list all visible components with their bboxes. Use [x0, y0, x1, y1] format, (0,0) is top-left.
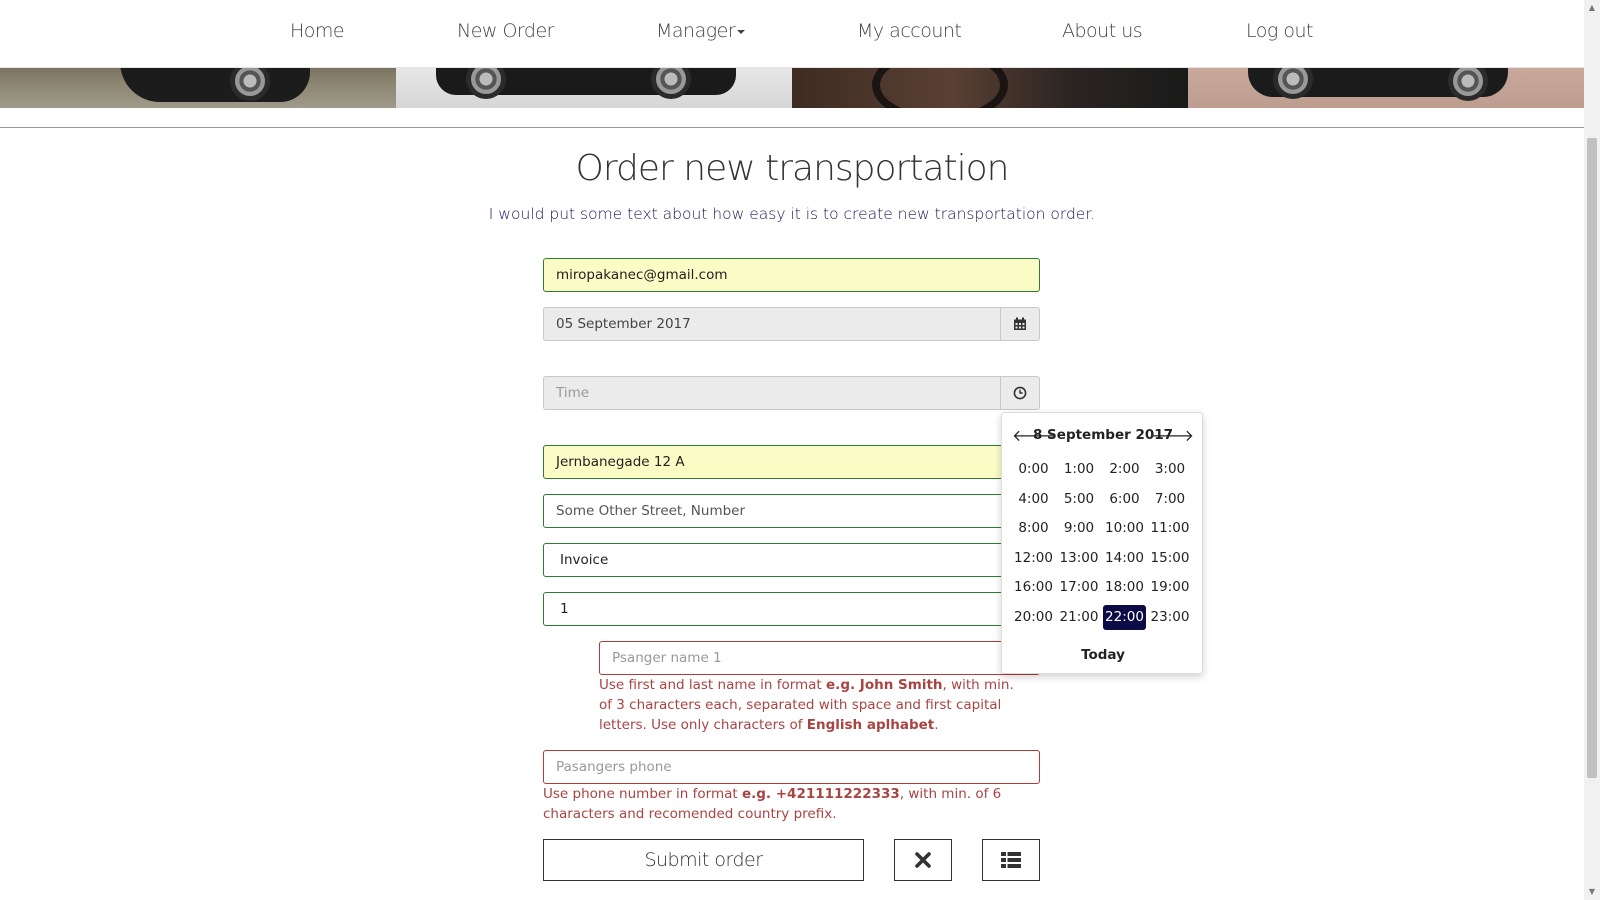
time-picker-hour[interactable]: 15:00 [1149, 546, 1192, 571]
nav-about-us[interactable]: About us [1062, 20, 1143, 42]
scroll-up-icon[interactable]: ▲ [1584, 0, 1600, 16]
time-picker-hour[interactable]: 6:00 [1103, 487, 1146, 512]
time-picker-hour[interactable]: 20:00 [1012, 605, 1055, 630]
banner-photo-car-grass [0, 67, 396, 108]
scroll-thumb[interactable] [1587, 138, 1597, 778]
time-picker-hour[interactable]: 0:00 [1012, 457, 1055, 482]
time-picker-hour[interactable]: 12:00 [1012, 546, 1055, 571]
payment-method-select[interactable]: Invoice [543, 543, 1040, 577]
banner-photo-car-street [396, 67, 792, 108]
top-navbar: Home New Order Manager My account About … [0, 0, 1584, 68]
nav-new-order[interactable]: New Order [457, 20, 554, 42]
time-picker-hour[interactable]: 9:00 [1058, 516, 1101, 541]
nav-log-out[interactable]: Log out [1246, 20, 1313, 42]
header-divider [0, 127, 1584, 128]
time-picker-hour[interactable]: 19:00 [1149, 575, 1192, 600]
time-picker-hour[interactable]: 8:00 [1012, 516, 1055, 541]
time-picker-hour[interactable]: 18:00 [1103, 575, 1146, 600]
header-banner [0, 67, 1584, 108]
arrow-right-icon[interactable]: 🡒 [1151, 425, 1194, 445]
calendar-icon [1013, 317, 1027, 331]
nav-manager-label: Manager [656, 20, 736, 42]
time-picker-hour[interactable]: 1:00 [1058, 457, 1101, 482]
calendar-button[interactable] [1000, 307, 1040, 341]
nav-my-account[interactable]: My account [857, 20, 962, 42]
banner-photo-car-interior [792, 67, 1188, 108]
passenger-phone-error: Use phone number in format e.g. +4211112… [543, 786, 1002, 822]
nav-home[interactable]: Home [290, 20, 345, 42]
time-picker-today-button[interactable]: Today [1002, 647, 1204, 663]
time-picker-header: 🡐 8 September 2017 🡒 [1002, 425, 1204, 447]
page-scrollbar[interactable]: ▲ ▼ [1584, 0, 1600, 900]
date-field[interactable]: 05 September 2017 [543, 307, 1001, 341]
time-picker-hour[interactable]: 11:00 [1149, 516, 1192, 541]
time-picker-hour[interactable]: 23:00 [1149, 605, 1192, 630]
time-picker-hour[interactable]: 2:00 [1103, 457, 1146, 482]
time-button[interactable] [1000, 376, 1040, 410]
time-picker-hour[interactable]: 13:00 [1058, 546, 1101, 571]
passenger-name-error: Use first and last name in format e.g. J… [599, 677, 1014, 733]
time-picker-hour[interactable]: 3:00 [1149, 457, 1192, 482]
passenger-count-input[interactable]: 1 [543, 592, 1040, 626]
caret-down-icon [737, 29, 746, 34]
passenger-name-field[interactable]: Psanger name 1 [599, 641, 1040, 675]
time-picker-hour[interactable]: 16:00 [1012, 575, 1055, 600]
time-picker-hour[interactable]: 22:00 [1103, 604, 1146, 630]
time-picker-hour[interactable]: 21:00 [1058, 605, 1101, 630]
orders-list-button[interactable] [982, 839, 1040, 881]
banner-photo-car-side [1188, 67, 1584, 108]
pickup-address-field[interactable]: Jernbanegade 12 A [543, 445, 1040, 479]
time-picker-hour[interactable]: 4:00 [1012, 487, 1055, 512]
nav-manager-dropdown[interactable]: Manager [656, 20, 746, 42]
close-icon [914, 851, 932, 869]
time-picker-hour[interactable]: 17:00 [1058, 575, 1101, 600]
page-title: Order new transportation [575, 148, 1010, 189]
destination-address-field[interactable]: Some Other Street, Number [543, 494, 1040, 528]
time-picker-hour[interactable]: 10:00 [1103, 516, 1146, 541]
time-picker-hour[interactable]: 14:00 [1103, 546, 1146, 571]
submit-order-button[interactable]: Submit order [543, 839, 864, 881]
time-picker-hour[interactable]: 5:00 [1058, 487, 1101, 512]
scroll-down-icon[interactable]: ▼ [1584, 884, 1600, 900]
clear-form-button[interactable] [894, 839, 952, 881]
list-icon [1001, 851, 1021, 869]
passenger-phone-field[interactable]: Pasangers phone [543, 750, 1040, 784]
clock-icon [1013, 386, 1027, 400]
email-field[interactable]: miropakanec@gmail.com [543, 258, 1040, 292]
page-subtitle: I would put some text about how easy it … [488, 205, 1096, 223]
time-picker-hour[interactable]: 7:00 [1149, 487, 1192, 512]
time-picker-popup: 🡐 8 September 2017 🡒 0:00 1:00 2:00 3:00 4:0… [1001, 412, 1203, 674]
time-field[interactable]: Time [543, 376, 1001, 410]
